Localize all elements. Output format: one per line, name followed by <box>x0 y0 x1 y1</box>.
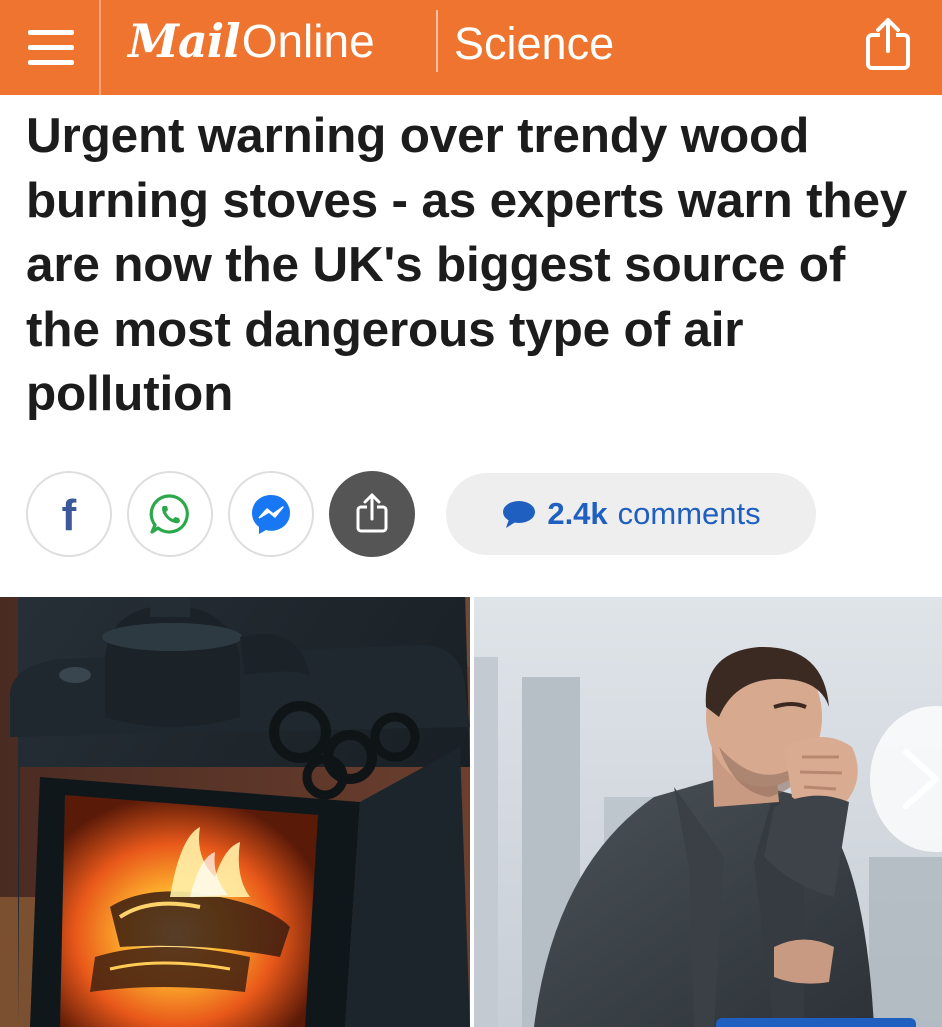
site-logo[interactable]: Mail Online <box>128 14 375 76</box>
comments-count: 2.4k <box>547 496 608 531</box>
comments-label: comments <box>617 496 761 531</box>
menu-icon[interactable] <box>22 22 78 72</box>
whatsapp-icon <box>149 494 189 534</box>
logo-online: Online <box>241 15 375 67</box>
share-icon <box>356 493 388 533</box>
messenger-icon <box>252 495 290 534</box>
share-bar: f 2.4k comments <box>0 468 942 560</box>
logo-mail: Mail <box>128 14 241 68</box>
comments-button[interactable]: 2.4k comments <box>446 473 816 555</box>
coughing-man-image <box>474 597 942 1027</box>
share-icon[interactable] <box>858 15 918 75</box>
stove-image <box>0 597 470 1027</box>
facebook-icon: f <box>61 491 77 540</box>
top-bar: Mail Online Science <box>0 0 942 95</box>
whatsapp-share-button[interactable] <box>127 471 213 557</box>
article-page: Mail Online Science Urgent warning over … <box>0 0 942 1027</box>
facebook-share-button[interactable]: f <box>26 471 112 557</box>
comment-bubble-icon <box>503 501 536 528</box>
article-headline: Urgent warning over trendy wood burning … <box>26 108 908 421</box>
image-caption-tab <box>716 1018 916 1027</box>
logo-divider <box>436 10 438 72</box>
more-share-button[interactable] <box>329 471 415 557</box>
messenger-share-button[interactable] <box>228 471 314 557</box>
section-label[interactable]: Science <box>454 18 614 70</box>
header-divider <box>99 0 101 95</box>
